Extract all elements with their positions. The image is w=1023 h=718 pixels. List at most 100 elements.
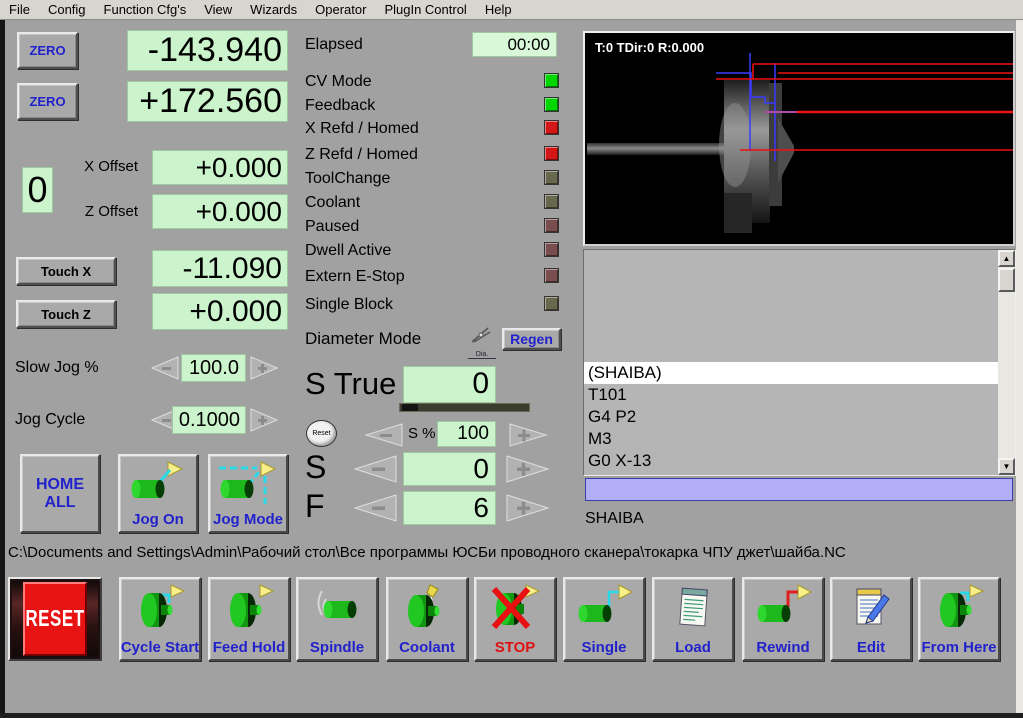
cycle-start-button[interactable]: Cycle Start — [119, 577, 201, 661]
regen-button[interactable]: Regen — [502, 328, 561, 350]
mach3-turn-screen: File Config Function Cfg's View Wizards … — [0, 0, 1023, 718]
dwell-active-led — [544, 242, 559, 257]
single-button[interactable]: Single — [563, 577, 645, 661]
menu-plugin-control[interactable]: PlugIn Control — [375, 0, 475, 19]
touch-z-label: Touch Z — [41, 306, 91, 322]
led-label-dwell: Dwell Active — [305, 242, 392, 259]
toolpath-display[interactable]: T:0 TDir:0 R:0.000 — [583, 31, 1015, 246]
scrollbar-thumb[interactable] — [998, 268, 1015, 292]
diameter-mode-label: Diameter Mode — [305, 329, 422, 348]
from-here-icon — [920, 583, 998, 635]
slow-jog-field[interactable]: 100.0 — [181, 354, 246, 382]
elapsed-field: 00:00 — [472, 32, 557, 57]
spindle-override-slider[interactable] — [399, 403, 530, 412]
gcode-scrollbar[interactable]: ▲ ▼ — [998, 250, 1015, 475]
feedback-led — [544, 97, 559, 112]
slider-thumb[interactable] — [402, 404, 418, 411]
diameter-icon-caption: Dia. — [468, 351, 496, 359]
led-label-estop: Extern E-Stop — [305, 268, 405, 285]
led-label-z-refd: Z Refd / Homed — [305, 146, 418, 163]
menu-config[interactable]: Config — [39, 0, 95, 19]
spindle-icon — [298, 583, 376, 635]
s-percent-increase-arrow[interactable] — [506, 421, 554, 449]
s-increase-arrow[interactable] — [503, 452, 557, 486]
stop-button[interactable]: STOP — [474, 577, 556, 661]
fixture-number-field[interactable]: 0 — [22, 167, 53, 213]
menu-function-cfgs[interactable]: Function Cfg's — [95, 0, 196, 19]
cv-mode-led — [544, 73, 559, 88]
slow-jog-label: Slow Jog % — [15, 359, 99, 376]
gcode-line[interactable]: T101 — [584, 384, 998, 406]
jog-mode-button[interactable]: Jog Mode — [208, 454, 288, 533]
spindle-reset-button[interactable]: Reset — [306, 420, 337, 447]
led-label-paused: Paused — [305, 218, 360, 235]
window-edge-right — [1016, 20, 1023, 713]
s-percent-label: S % — [408, 425, 436, 442]
s-percent-decrease-arrow[interactable] — [358, 421, 406, 449]
touch-z-button[interactable]: Touch Z — [16, 300, 116, 328]
from-here-label: From Here — [921, 639, 997, 656]
menu-file[interactable]: File — [0, 0, 39, 19]
single-label: Single — [581, 639, 627, 656]
jog-mode-label: Jog Mode — [213, 511, 283, 528]
menu-help[interactable]: Help — [476, 0, 521, 19]
x-axis-dro[interactable]: -143.940 — [127, 30, 288, 71]
zero-x-button[interactable]: ZERO — [17, 32, 78, 69]
gcode-line-selected[interactable]: (SHAIBA) — [584, 362, 998, 384]
f-increase-arrow[interactable] — [503, 491, 557, 525]
from-here-button[interactable]: From Here — [918, 577, 1000, 661]
gcode-line[interactable]: G4 P2 — [584, 406, 998, 428]
s-field[interactable]: 0 — [403, 452, 496, 486]
menu-bar: File Config Function Cfg's View Wizards … — [0, 0, 1023, 20]
x-offset-field[interactable]: +0.000 — [152, 150, 288, 185]
load-button[interactable]: Load — [652, 577, 734, 661]
menu-operator[interactable]: Operator — [306, 0, 375, 19]
led-label-cv-mode: CV Mode — [305, 73, 372, 90]
rewind-label: Rewind — [756, 639, 810, 656]
paused-led — [544, 218, 559, 233]
s-decrease-arrow[interactable] — [346, 452, 400, 486]
coolant-button[interactable]: Coolant — [386, 577, 468, 661]
touch-x-button[interactable]: Touch X — [16, 257, 116, 285]
home-all-button[interactable]: HOME ALL — [20, 454, 100, 533]
gcode-lines: (SHAIBA) T101 G4 P2 M3 G0 X-13 Z0 — [584, 362, 998, 475]
z-axis-dro[interactable]: +172.560 — [127, 81, 288, 122]
loaded-file-path: C:\Documents and Settings\Admin\Рабочий … — [8, 544, 846, 561]
spindle-button[interactable]: Spindle — [296, 577, 378, 661]
edit-button[interactable]: Edit — [830, 577, 912, 661]
scrollbar-up-arrow[interactable]: ▲ — [998, 250, 1015, 267]
feed-hold-button[interactable]: Feed Hold — [208, 577, 290, 661]
gcode-line[interactable]: Z0 — [584, 472, 998, 475]
toolpath-status-text: T:0 TDir:0 R:0.000 — [595, 40, 705, 55]
touch-z-dro[interactable]: +0.000 — [152, 293, 288, 330]
zero-z-button[interactable]: ZERO — [17, 83, 78, 120]
z-offset-field[interactable]: +0.000 — [152, 194, 288, 229]
led-label-x-refd: X Refd / Homed — [305, 120, 419, 137]
regen-label: Regen — [510, 331, 553, 347]
gcode-line[interactable]: G0 X-13 — [584, 450, 998, 472]
diameter-mode-icon[interactable]: Dia. — [468, 324, 496, 359]
jog-cycle-field[interactable]: 0.1000 — [172, 406, 246, 434]
s-percent-field[interactable]: 100 — [437, 421, 496, 447]
slow-jog-increase-arrow[interactable] — [249, 354, 283, 382]
gcode-listing[interactable]: (SHAIBA) T101 G4 P2 M3 G0 X-13 Z0 ▲ ▼ — [583, 249, 1016, 476]
touch-x-label: Touch X — [40, 263, 92, 279]
jog-on-button[interactable]: Jog On — [118, 454, 198, 533]
zero-x-label: ZERO — [29, 43, 66, 58]
scrollbar-down-arrow[interactable]: ▼ — [998, 458, 1015, 475]
menu-wizards[interactable]: Wizards — [241, 0, 306, 19]
reset-button[interactable]: RESET — [8, 577, 102, 661]
touch-x-dro[interactable]: -11.090 — [152, 250, 288, 287]
gcode-line[interactable]: M3 — [584, 428, 998, 450]
f-label: F — [305, 488, 325, 524]
x-refd-led — [544, 120, 559, 135]
led-label-toolchange: ToolChange — [305, 170, 391, 187]
f-decrease-arrow[interactable] — [346, 491, 400, 525]
spindle-reset-label: Reset — [312, 430, 331, 437]
rewind-button[interactable]: Rewind — [742, 577, 824, 661]
f-field[interactable]: 6 — [403, 491, 496, 525]
jog-cycle-increase-arrow[interactable] — [249, 406, 283, 434]
coolant-icon — [388, 583, 466, 635]
slow-jog-decrease-arrow[interactable] — [146, 354, 180, 382]
menu-view[interactable]: View — [195, 0, 241, 19]
